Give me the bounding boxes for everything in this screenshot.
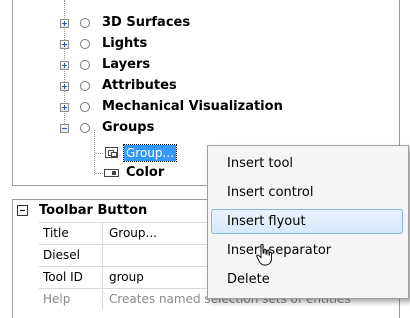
expand-icon[interactable]: [60, 82, 69, 91]
context-menu: Insert tool Insert control Insert flyout…: [207, 145, 409, 299]
tree-node-mechanical-visualization[interactable]: Mechanical Visualization: [13, 97, 393, 117]
tree-child-color[interactable]: Color: [13, 163, 213, 183]
property-name: Title: [39, 223, 103, 244]
expand-icon[interactable]: [60, 19, 69, 28]
menu-item-insert-control[interactable]: Insert control: [211, 180, 403, 205]
radio-icon: [80, 60, 90, 70]
property-name: Tool ID: [39, 267, 103, 288]
tree-node-label: Attributes: [102, 78, 177, 93]
tree-node-layers[interactable]: Layers: [13, 55, 393, 75]
property-name: Help: [39, 289, 103, 310]
menu-item-insert-separator[interactable]: Insert separator: [211, 238, 403, 263]
radio-icon: [80, 123, 90, 133]
collapse-icon[interactable]: [60, 124, 69, 133]
tree-node-label: Lights: [102, 36, 148, 51]
menu-item-insert-flyout[interactable]: Insert flyout: [211, 209, 403, 234]
menu-item-delete[interactable]: Delete: [211, 267, 403, 292]
tree-node-label: 3D Surfaces: [102, 15, 191, 30]
menu-item-insert-tool[interactable]: Insert tool: [211, 151, 403, 176]
property-value[interactable]: group: [109, 267, 144, 288]
radio-icon: [80, 102, 90, 112]
tree-node-groups[interactable]: Groups: [13, 118, 393, 138]
property-value[interactable]: Group...: [109, 223, 157, 244]
hand-cursor-icon: [256, 244, 272, 266]
properties-gutter: [13, 222, 39, 318]
collapse-icon[interactable]: [17, 205, 28, 216]
tree-child-label: Color: [126, 165, 165, 180]
color-control-icon: [104, 169, 119, 177]
tree-child-group-tool[interactable]: Group...: [13, 143, 213, 163]
radio-icon: [80, 18, 90, 28]
property-name: Diesel: [39, 245, 103, 266]
tree-node-3d-surfaces[interactable]: 3D Surfaces: [13, 13, 393, 33]
selected-item-label[interactable]: Group...: [123, 144, 177, 162]
expand-icon[interactable]: [60, 61, 69, 70]
tree-node-lights[interactable]: Lights: [13, 34, 393, 54]
tree-node-label: Mechanical Visualization: [102, 99, 283, 114]
tree-node-label: Layers: [102, 57, 151, 72]
expand-icon[interactable]: [60, 40, 69, 49]
group-tool-icon: [105, 147, 118, 158]
radio-icon: [80, 81, 90, 91]
expand-icon[interactable]: [60, 103, 69, 112]
tree-node-label: Groups: [102, 120, 155, 135]
tree-node-attributes[interactable]: Attributes: [13, 76, 393, 96]
radio-icon: [80, 39, 90, 49]
properties-category-title: Toolbar Button: [39, 203, 148, 218]
